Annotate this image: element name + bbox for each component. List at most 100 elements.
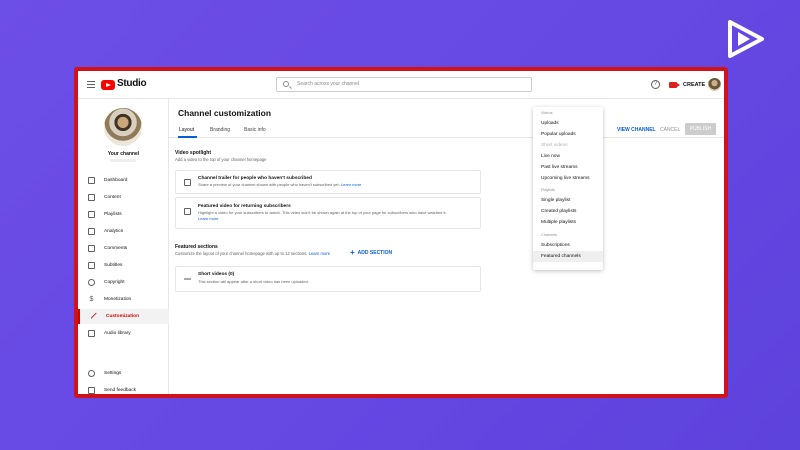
playlists-icon [88,211,95,218]
learn-more-link[interactable]: Learn more [341,182,361,187]
menu-item-label: Created playlists [541,209,577,214]
sidebar-item-label: Playlists [104,212,122,217]
sidebar-item-dashboard[interactable]: Dashboard [78,173,169,188]
magic-wand-icon [90,312,98,320]
tab-layout[interactable]: Layout [179,127,194,133]
subtitles-icon [88,262,95,269]
menu-item-label: Featured channels [541,254,581,259]
studio-window: Studio Search across your channel ? CREA… [78,71,724,394]
featured-sections-title: Featured sections [175,244,218,250]
menu-item-label: Multiple playlists [541,220,576,225]
menu-item-featured-channels[interactable]: Featured channels [533,251,603,262]
sidebar-item-customization[interactable]: Customization [78,309,169,324]
trailer-icon [184,179,191,186]
app-name[interactable]: Studio [117,78,147,89]
menu-item-label: Past live streams [541,165,578,170]
page-title: Channel customization [178,108,272,118]
sidebar-item-label: Analytics [104,229,124,234]
menu-item-past-live-streams[interactable]: Past live streams [533,162,603,173]
menu-item-label: Upcoming live streams [541,176,590,181]
sidebar-item-send-feedback[interactable]: Send feedback [78,383,169,394]
brand-logo-icon [728,20,764,58]
search-input[interactable]: Search across your channel [276,77,532,92]
sidebar-item-content[interactable]: Content [78,190,169,205]
copyright-icon [88,279,95,286]
sidebar-item-label: Copyright [104,280,125,285]
top-bar: Studio Search across your channel ? CREA… [78,71,724,99]
menu-item-label: Single playlist [541,198,571,203]
sidebar-item-analytics[interactable]: Analytics [78,224,169,239]
search-icon [283,81,289,87]
add-section-button[interactable]: + ADD SECTION [350,248,392,257]
view-channel-button[interactable]: VIEW CHANNEL [617,127,656,133]
menu-item-popular-uploads[interactable]: Popular uploads [533,129,603,140]
menu-item-live-now[interactable]: Live now [533,151,603,162]
sidebar-item-monetization[interactable]: $ Monetization [78,292,169,307]
menu-group-label: Playlists [541,188,555,192]
channel-avatar[interactable] [104,108,142,146]
sidebar-item-label: Settings [104,371,122,376]
card-title: Short videos (0) [198,272,235,277]
channel-trailer-card[interactable]: Channel trailer for people who haven't s… [175,170,481,194]
featured-video-card[interactable]: Featured video for returning subscribers… [175,197,481,229]
account-avatar[interactable] [708,78,721,91]
create-label: CREATE [683,82,706,88]
sidebar-item-audio-library[interactable]: Audio library [78,326,169,341]
card-description-text: Highlight a video for your subscribers t… [198,210,447,215]
menu-item-single-playlist[interactable]: Single playlist [533,195,603,206]
card-description: Highlight a video for your subscribers t… [198,210,448,222]
tab-basic-info[interactable]: Basic info [244,127,266,133]
dollar-icon: $ [89,296,94,303]
audio-library-icon [88,330,95,337]
cancel-button[interactable]: CANCEL [660,127,680,133]
drag-handle-icon[interactable] [184,278,191,280]
sidebar-item-label: Subtitles [104,263,123,268]
menu-item-uploads[interactable]: Uploads [533,118,603,129]
sidebar-item-comments[interactable]: Comments [78,241,169,256]
feedback-icon [88,387,95,394]
card-title: Channel trailer for people who haven't s… [198,176,312,181]
sidebar-item-playlists[interactable]: Playlists [78,207,169,222]
sidebar-item-label: Audio library [104,331,131,336]
learn-more-link[interactable]: Learn more [309,251,330,256]
sidebar-item-label: Customization [106,314,140,319]
sidebar-item-settings[interactable]: Settings [78,366,169,381]
video-spotlight-title: Video spotlight [175,150,212,156]
add-section-label: ADD SECTION [357,250,393,256]
create-button[interactable]: CREATE [669,80,705,90]
menu-item-label: Uploads [541,121,559,126]
menu-item-label: Subscriptions [541,243,570,248]
main-content: Channel customization Layout Branding Ba… [169,99,724,394]
gear-icon [88,370,95,377]
featured-video-icon [184,208,191,215]
youtube-logo-icon[interactable] [101,80,115,90]
dashboard-icon [88,177,95,184]
card-description-text: Share a preview of your channel shown wi… [198,182,340,187]
active-tab-indicator [178,136,197,138]
menu-item-upcoming-live-streams[interactable]: Upcoming live streams [533,173,603,184]
comments-icon [88,245,95,252]
featured-sections-description: Customize the layout of your channel hom… [175,251,330,256]
analytics-icon [88,228,95,235]
sidebar-item-label: Content [104,195,121,200]
help-icon[interactable]: ? [651,80,660,89]
sidebar-item-label: Send feedback [104,388,137,393]
menu-item-subscriptions[interactable]: Subscriptions [533,240,603,251]
add-section-menu: Videos Uploads Popular uploads Short vid… [533,107,603,270]
menu-group-label: Channels [541,233,558,237]
menu-icon[interactable] [87,81,95,88]
tab-branding[interactable]: Branding [210,127,230,133]
sidebar-item-copyright[interactable]: Copyright [78,275,169,290]
publish-button[interactable]: PUBLISH [685,123,716,135]
sidebar-item-label: Monetization [104,297,132,302]
content-icon [88,194,95,201]
menu-item-multiple-playlists[interactable]: Multiple playlists [533,217,603,228]
learn-more-link[interactable]: Learn more [198,216,218,221]
video-camera-icon [669,82,680,88]
menu-group-label: Videos [541,111,553,115]
menu-item-created-playlists[interactable]: Created playlists [533,206,603,217]
your-channel-label[interactable]: Your channel [78,151,169,157]
short-videos-section-card[interactable]: Short videos (0) This section will appea… [175,266,481,292]
menu-item-short-videos: Short videos [533,140,603,151]
sidebar-item-subtitles[interactable]: Subtitles [78,258,169,273]
